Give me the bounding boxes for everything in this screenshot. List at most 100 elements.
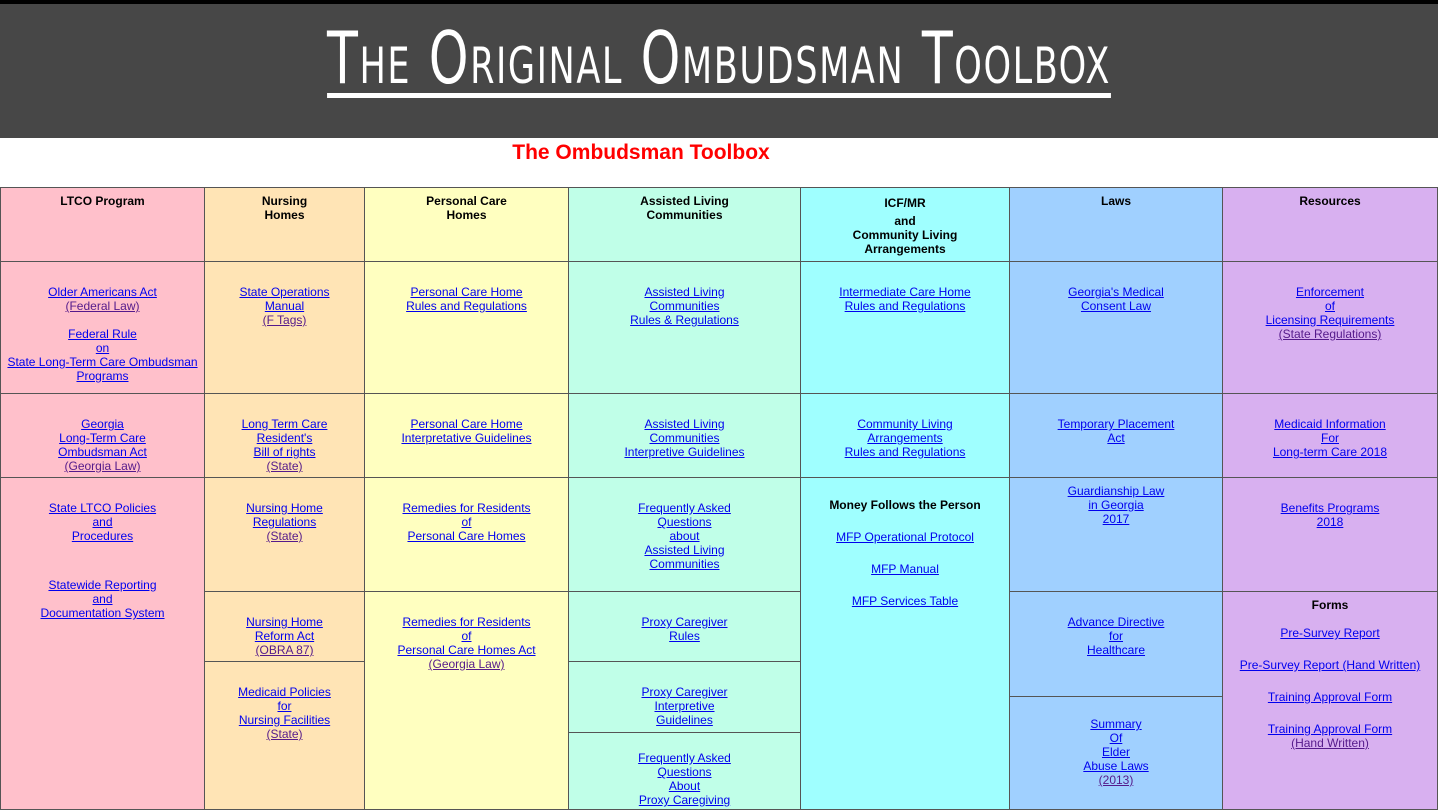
link-federal-rule[interactable]: Federal Rule on State Long-Term Care Ombud… [1,327,204,383]
link-text-line: Guardianship Law [1067,484,1165,498]
column-header-line: Community Living [852,228,958,242]
link-pre-survey-report[interactable]: Pre-Survey Report [1223,626,1437,640]
link-nursing-home[interactable]: Nursing Home Regulations (State) [205,501,364,543]
link-proxy-caregiver[interactable]: Proxy Caregiver Rules [569,615,800,643]
link-remedies-for-residents[interactable]: Remedies for Residents of Personal Care Ho… [365,501,568,543]
link-state-ltco-policies[interactable]: State LTCO Policies and Procedures [1,501,204,543]
link-text-line: Healthcare [1086,643,1146,657]
link-text-line: (Federal Law) [65,299,140,313]
link-text-line: (2013) [1098,773,1134,787]
link-text-line: on [95,341,110,355]
link-text-line: 2018 [1316,515,1344,529]
header-icf-mr: ICF/MR and Community Living Arrangements [800,187,1010,262]
header-ltco-program: LTCO Program [0,187,205,262]
link-state-operations[interactable]: State Operations Manual (F Tags) [205,285,364,327]
link-text-line: Enforcement [1295,285,1365,299]
link-text-line: Temporary Placement [1057,417,1175,431]
cell-assisted-faq: Frequently Asked Questions about Assisted L… [568,477,801,592]
cell-resources-benefits: Benefits Programs 2018 [1222,477,1438,592]
link-text-line: Georgia's Medical [1068,285,1164,299]
header-personal-care-homes: Personal Care Homes [364,187,569,262]
link-text-line: Personal Care Homes [407,529,526,543]
link-text-line: Proxy Caregiver [641,685,728,699]
link-text-line: Regulations [252,515,317,529]
link-text-line: Community Living [857,417,953,431]
link-text-line: of [461,629,472,643]
link-mfp-manual[interactable]: MFP Manual [801,562,1009,576]
link-text-line: Ombudsman Act [58,445,147,459]
link-advance-directive[interactable]: Advance Directive for Healthcare [1010,615,1222,657]
link-text-line: State Operations [239,285,330,299]
forms-heading: Forms [1311,598,1349,612]
link-benefits-programs[interactable]: Benefits Programs 2018 [1223,501,1437,529]
link-summary[interactable]: Summary Of Elder Abuse Laws (2013) [1010,717,1222,787]
link-training-approval-form[interactable]: Training Approval Form [1223,690,1437,704]
link-georgia-s-medical[interactable]: Georgia's Medical Consent Law [1010,285,1222,313]
cell-laws-advance-directive: Advance Directive for Healthcare [1009,591,1223,697]
cell-resources-medicaid: Medicaid Information For Long-term Care 20… [1222,393,1438,478]
column-header-line: and [894,214,916,228]
link-personal-care-home[interactable]: Personal Care Home Rules and Regulations [365,285,568,313]
link-remedies-for-residents[interactable]: Remedies for Residents of Personal Care Ho… [365,615,568,671]
column-header-line: Personal Care [426,194,507,208]
link-frequently-asked[interactable]: Frequently Asked Questions About Proxy Care… [569,751,800,807]
cell-laws-guardianship: Guardianship Law in Georgia 2017 [1009,477,1223,592]
banner-title: The Original Ombudsman Toolbox [327,16,1111,100]
cell-assisted-rules: Assisted Living Communities Rules & Regula… [568,261,801,394]
link-personal-care-home[interactable]: Personal Care Home Interpretative Guideli… [365,417,568,445]
link-text-line: Arrangements [867,431,943,445]
link-proxy-caregiver[interactable]: Proxy Caregiver Interpretive Guidelines [569,685,800,727]
link-mfp-services-table[interactable]: MFP Services Table [801,594,1009,608]
link-intermediate-care-home[interactable]: Intermediate Care Home Rules and Regulati… [801,285,1009,313]
link-medicaid-policies[interactable]: Medicaid Policies for Nursing Facilities (S… [205,685,364,741]
column-header-line: Communities [646,208,723,222]
header-nursing-homes: Nursing Homes [204,187,365,262]
cell-icf-mfp: Money Follows the Person MFP Operational… [800,477,1010,810]
link-text-line: Procedures [71,529,134,543]
link-older-americans-act[interactable]: Older Americans Act (Federal Law) [1,285,204,313]
link-text-line: Documentation System [40,606,165,620]
link-statewide-reporting[interactable]: Statewide Reporting and Documentation Syst… [1,578,204,620]
link-text-line: Resident's [256,431,313,445]
link-pre-survey-report-hand-written[interactable]: Pre-Survey Report (Hand Written) [1223,658,1437,672]
link-text-line: Medicaid Information [1274,417,1386,431]
link-text-line: Personal Care Home [410,285,523,299]
link-text-line: (State) [266,529,303,543]
column-header-line: Arrangements [864,242,946,256]
link-text-line: Consent Law [1080,299,1152,313]
toolbox-table: LTCO Program Older Americans Act (Federal… [0,187,1438,810]
cell-proxy-faq: Frequently Asked Questions About Proxy Care… [568,732,801,810]
column-header-line: LTCO Program [60,194,145,208]
link-text-line: Frequently Asked [638,501,731,515]
link-text-line: State Long-Term Care Ombudsman [7,355,198,369]
link-text-line: Personal Care Home [410,417,523,431]
link-text-line: Questions [657,765,712,779]
link-nursing-home[interactable]: Nursing Home Reform Act (OBRA 87) [205,615,364,657]
link-text-line: Assisted Living [644,417,725,431]
link-text-line: Manual [264,299,305,313]
link-frequently-asked[interactable]: Frequently Asked Questions about Assisted L… [569,501,800,571]
link-temporary-placement[interactable]: Temporary Placement Act [1010,417,1222,445]
mfp-links: MFP Operational Protocol MFP Manual MFP Se… [801,530,1009,608]
link-long-term-care[interactable]: Long Term Care Resident's Bill of rights (S… [205,417,364,473]
link-medicaid-information[interactable]: Medicaid Information For Long-term Care 20… [1223,417,1437,459]
link-assisted-living[interactable]: Assisted Living Communities Rules & Regula… [569,285,800,327]
cell-proxy-rules: Proxy Caregiver Rules [568,591,801,662]
forms-links: Pre-Survey Report Pre-Survey Report (Hand… [1223,626,1437,750]
link-enforcement[interactable]: Enforcement of Licensing Requirements (Stat… [1223,285,1437,341]
link-training-approval-form[interactable]: Training Approval Form (Hand Written) [1223,722,1437,750]
cell-nursing-obra: Nursing Home Reform Act (OBRA 87) [204,591,365,662]
cell-nursing-bill-of-rights: Long Term Care Resident's Bill of rights (S… [204,393,365,478]
link-text-line: (Georgia Law) [428,657,505,671]
link-text-line: Assisted Living [644,285,725,299]
link-community-living[interactable]: Community Living Arrangements Rules and Re… [801,417,1009,459]
link-assisted-living[interactable]: Assisted Living Communities Interpretive G… [569,417,800,459]
link-text-line: Georgia [81,417,124,431]
link-mfp-operational-protocol[interactable]: MFP Operational Protocol [801,530,1009,544]
link-georgia[interactable]: Georgia Long-Term Care Ombudsman Act (Georg… [1,417,204,473]
link-guardianship-law[interactable]: Guardianship Law in Georgia 2017 [1010,484,1222,526]
link-text-line: (F Tags) [262,313,307,327]
link-text-line: Pre-Survey Report [1280,626,1380,640]
